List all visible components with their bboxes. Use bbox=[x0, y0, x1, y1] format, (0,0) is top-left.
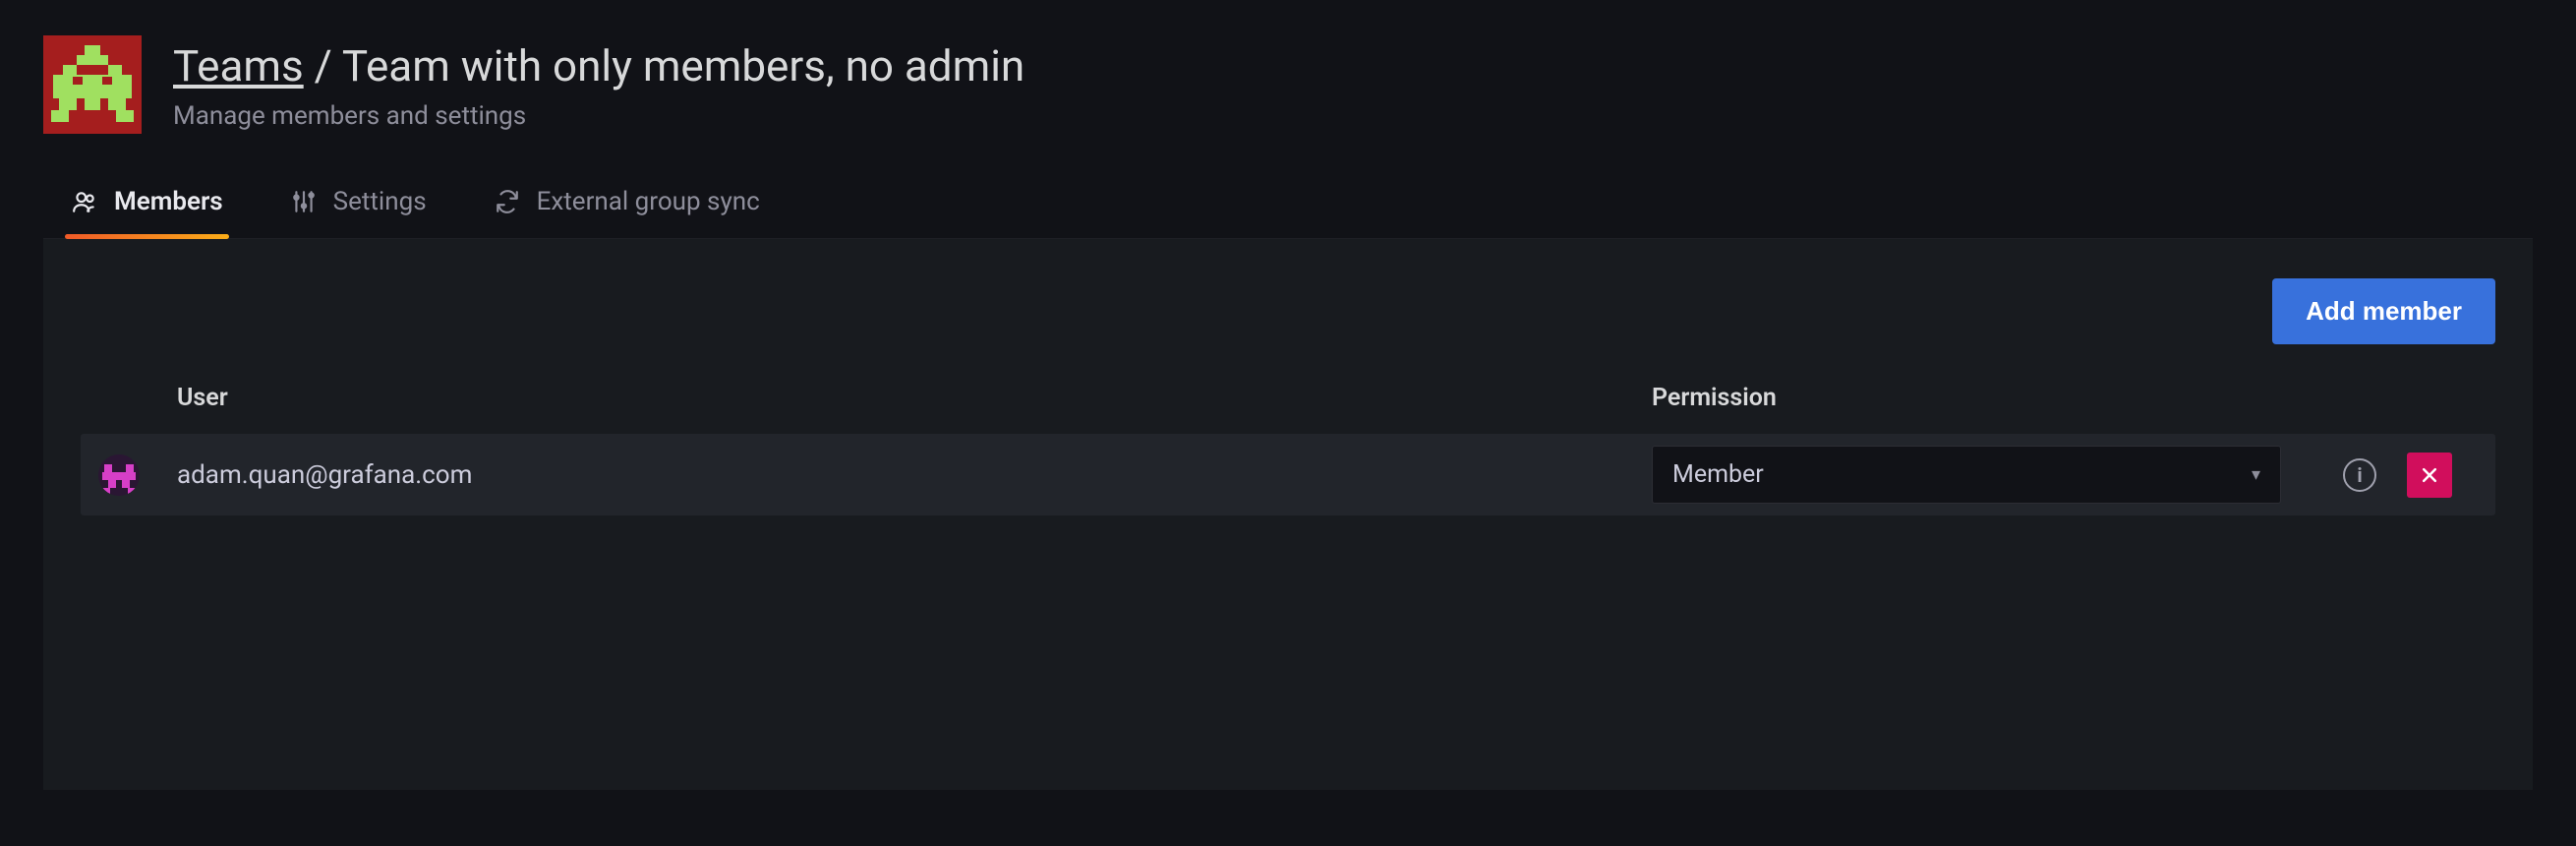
user-avatar bbox=[98, 454, 140, 496]
breadcrumb: Teams / Team with only members, no admin bbox=[173, 41, 1025, 91]
page-subtitle: Manage members and settings bbox=[173, 101, 1025, 131]
col-user: User bbox=[177, 384, 1652, 412]
members-table: User Permission bbox=[81, 384, 2495, 515]
members-panel: Add member User Permission bbox=[43, 239, 2533, 790]
tab-label: External group sync bbox=[537, 187, 760, 216]
page-title: Team with only members, no admin bbox=[342, 40, 1025, 91]
remove-member-button[interactable] bbox=[2407, 453, 2452, 498]
tab-members[interactable]: Members bbox=[65, 187, 229, 238]
tabs: Members Settings External group sync bbox=[43, 187, 2533, 239]
breadcrumb-teams-link[interactable]: Teams bbox=[173, 40, 304, 91]
breadcrumb-separator: / bbox=[304, 40, 342, 91]
page-header: Teams / Team with only members, no admin… bbox=[43, 35, 2533, 134]
table-header: User Permission bbox=[81, 384, 2495, 434]
permission-value: Member bbox=[1672, 460, 1764, 489]
tab-settings[interactable]: Settings bbox=[284, 187, 433, 238]
chevron-down-icon: ▾ bbox=[2252, 464, 2260, 485]
sync-icon bbox=[494, 188, 521, 215]
tab-label: Members bbox=[114, 187, 223, 216]
sliders-icon bbox=[290, 188, 318, 215]
add-member-button[interactable]: Add member bbox=[2272, 278, 2495, 344]
close-icon bbox=[2420, 465, 2439, 485]
tab-label: Settings bbox=[333, 187, 427, 216]
user-email: adam.quan@grafana.com bbox=[177, 460, 472, 490]
info-icon[interactable]: i bbox=[2343, 458, 2376, 492]
members-icon bbox=[71, 188, 98, 215]
tab-external-group-sync[interactable]: External group sync bbox=[488, 187, 766, 238]
table-row: adam.quan@grafana.com Member ▾ i bbox=[81, 434, 2495, 515]
permission-select[interactable]: Member ▾ bbox=[1652, 446, 2281, 504]
col-permission: Permission bbox=[1652, 384, 2320, 412]
team-avatar bbox=[43, 35, 142, 134]
